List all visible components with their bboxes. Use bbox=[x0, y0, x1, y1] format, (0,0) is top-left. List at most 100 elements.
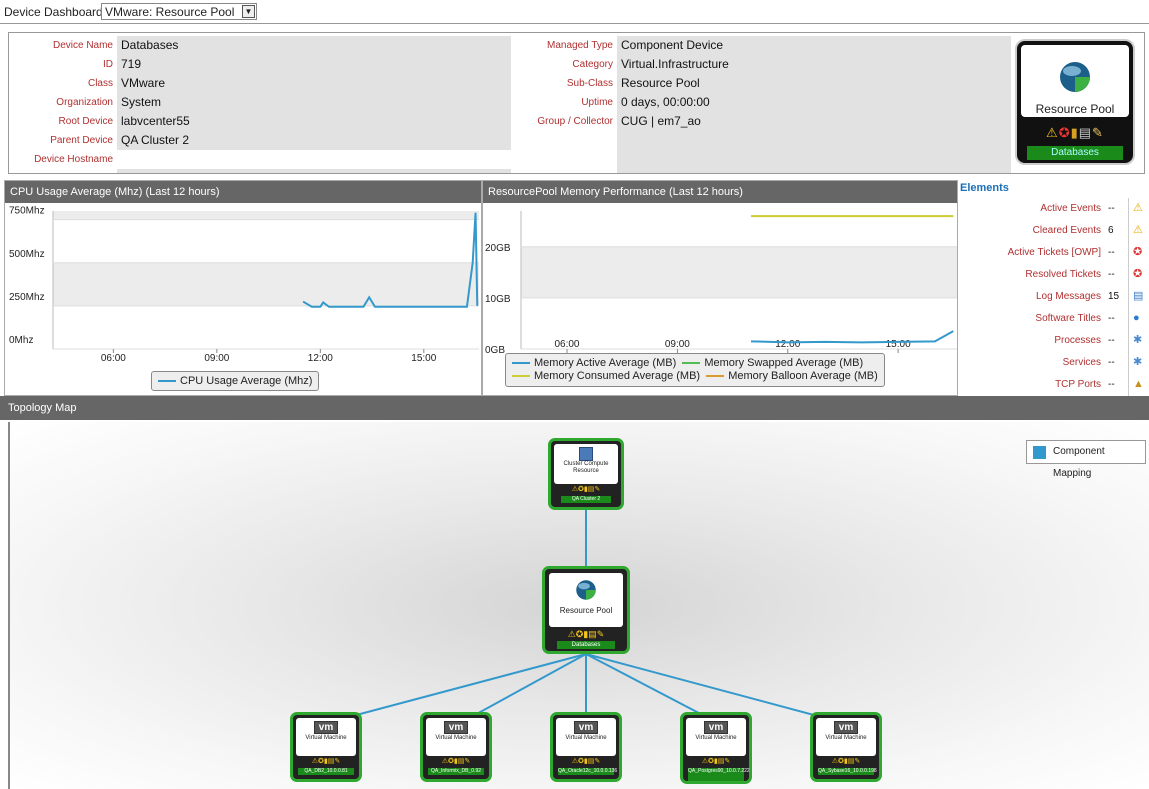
elements-row[interactable]: Processes -- ✱ bbox=[958, 330, 1149, 352]
property-value: CUG | em7_ao bbox=[617, 112, 1011, 131]
element-name[interactable]: Services bbox=[1063, 352, 1101, 374]
legend-row: Memory Active Average (MB) Memory Swappe… bbox=[512, 357, 878, 370]
property-key: Device Name bbox=[52, 40, 113, 51]
element-count: -- bbox=[1108, 247, 1115, 258]
legend-row: Memory Consumed Average (MB) Memory Ball… bbox=[512, 370, 878, 383]
element-name[interactable]: Resolved Tickets bbox=[1025, 264, 1101, 286]
property-row: ID 719 bbox=[9, 55, 511, 74]
x-tick-label: 09:00 bbox=[665, 339, 690, 350]
globe-icon[interactable]: ● bbox=[1133, 312, 1145, 324]
node-inner: vm Virtual Machine bbox=[426, 718, 486, 756]
element-name[interactable]: Active Events bbox=[1040, 198, 1101, 220]
property-key[interactable]: Parent Device bbox=[9, 131, 113, 150]
element-name[interactable]: Log Messages bbox=[1036, 286, 1101, 308]
memory-chart-panel: ResourcePool Memory Performance (Last 12… bbox=[482, 180, 958, 396]
parent-device-link[interactable]: QA Cluster 2 bbox=[117, 131, 511, 150]
warning-icon[interactable]: ⚠ bbox=[1046, 125, 1059, 140]
resource-pool-icon bbox=[576, 580, 596, 600]
elements-divider bbox=[1128, 198, 1129, 396]
device-badge[interactable]: Resource Pool ⚠✪▮▤✎ Databases bbox=[1015, 39, 1135, 165]
element-count: 6 bbox=[1108, 225, 1114, 236]
property-value: Component Device bbox=[617, 36, 1011, 55]
property-filler bbox=[617, 131, 1011, 173]
legend-swatch bbox=[158, 380, 176, 383]
lifebuoy-icon[interactable]: ✪ bbox=[1133, 246, 1145, 258]
property-row: Root Device labvcenter55 bbox=[9, 112, 511, 131]
legend-label: Memory Balloon Average (MB) bbox=[728, 370, 878, 382]
element-name[interactable]: Cleared Events bbox=[1033, 220, 1101, 242]
elements-row[interactable]: Cleared Events 6 ⚠ bbox=[958, 220, 1149, 242]
property-row: Category Virtual.Infrastructure bbox=[511, 55, 1011, 74]
topology-node-vm[interactable]: vm Virtual Machine ⚠✪▮▤✎ QA_Informix_DB_… bbox=[420, 712, 492, 782]
gear-icon[interactable]: ✱ bbox=[1133, 356, 1145, 368]
device-info-panel: Device Name Databases ID 719 Class VMwar… bbox=[8, 32, 1145, 174]
wrench-icon[interactable]: ✎ bbox=[1092, 125, 1104, 140]
warning-icon[interactable]: ⚠ bbox=[1133, 202, 1145, 214]
node-inner: vm Virtual Machine bbox=[816, 718, 876, 756]
element-count: 15 bbox=[1108, 291, 1120, 302]
elements-row[interactable]: Active Events -- ⚠ bbox=[958, 198, 1149, 220]
chevron-down-icon[interactable]: ▼ bbox=[242, 5, 255, 18]
element-name[interactable]: TCP Ports bbox=[1055, 374, 1101, 396]
dashboard-toolbar: Device Dashboard: VMware: Resource Pool … bbox=[0, 0, 1149, 24]
legend-swatch bbox=[706, 375, 725, 378]
elements-row[interactable]: Resolved Tickets -- ✪ bbox=[958, 264, 1149, 286]
topology-title: Topology Map bbox=[0, 396, 1149, 420]
node-type: Virtual Machine bbox=[565, 735, 607, 741]
elements-row[interactable]: Log Messages 15 ▤ bbox=[958, 286, 1149, 308]
topology-map[interactable]: Cluster Compute Resource ⚠✪▮▤✎ QA Cluste… bbox=[8, 422, 1149, 789]
x-tick-label: 12:00 bbox=[775, 339, 800, 350]
port-icon[interactable]: ▲ bbox=[1133, 378, 1145, 390]
elements-row[interactable]: Services -- ✱ bbox=[958, 352, 1149, 374]
warning-icon[interactable]: ⚠ bbox=[1133, 224, 1145, 236]
dashboard-select[interactable]: VMware: Resource Pool ▼ bbox=[101, 3, 257, 20]
node-name: QA_DB2_10.0.0.81 bbox=[298, 768, 354, 775]
node-name: QA_Informix_DB_0.92 bbox=[428, 768, 484, 775]
topology-node-vm[interactable]: vm Virtual Machine ⚠✪▮▤✎ QA_Oracle12c_10… bbox=[550, 712, 622, 782]
lifebuoy-icon[interactable]: ✪ bbox=[1059, 125, 1071, 140]
node-name: QA_Postgres90_10.0.7.222 bbox=[688, 768, 750, 781]
log-icon[interactable]: ▤ bbox=[1133, 290, 1145, 302]
elements-row[interactable]: TCP Ports -- ▲ bbox=[958, 374, 1149, 396]
legend-label: Memory Consumed Average (MB) bbox=[534, 370, 701, 382]
property-key: Class bbox=[87, 78, 113, 89]
node-type: Resource Pool bbox=[559, 606, 613, 615]
device-tool-icons: ⚠✪▮▤✎ bbox=[1017, 125, 1133, 141]
vm-icon: vm bbox=[313, 721, 339, 734]
legend-swatch bbox=[512, 362, 530, 365]
node-name: Databases bbox=[557, 641, 615, 649]
elements-row[interactable]: Software Titles -- ● bbox=[958, 308, 1149, 330]
device-badge-type: Resource Pool bbox=[1035, 102, 1115, 116]
dashboard-label: Device Dashboard: bbox=[4, 5, 107, 19]
property-row: Uptime 0 days, 00:00:00 bbox=[511, 93, 1011, 112]
property-key: Device Hostname bbox=[34, 154, 113, 165]
y-tick-label: 500Mhz bbox=[9, 249, 45, 260]
device-badge-name: Databases bbox=[1027, 146, 1123, 160]
node-type: Virtual Machine bbox=[825, 735, 867, 741]
node-type: Virtual Machine bbox=[305, 735, 347, 741]
property-row: Class VMware bbox=[9, 74, 511, 93]
bar-chart-icon[interactable]: ▮ bbox=[1071, 125, 1079, 140]
property-value: VMware bbox=[117, 74, 511, 93]
vm-icon: vm bbox=[573, 721, 599, 734]
topology-node-vm[interactable]: vm Virtual Machine ⚠✪▮▤✎ QA_Sybase16_10.… bbox=[810, 712, 882, 782]
elements-row[interactable]: Active Tickets [OWP] -- ✪ bbox=[958, 242, 1149, 264]
vm-icon: vm bbox=[443, 721, 469, 734]
element-name[interactable]: Processes bbox=[1054, 330, 1101, 352]
topology-node-vm[interactable]: vm Virtual Machine ⚠✪▮▤✎ QA_Postgres90_1… bbox=[680, 712, 752, 784]
topology-node-parent[interactable]: Cluster Compute Resource ⚠✪▮▤✎ QA Cluste… bbox=[548, 438, 624, 510]
cpu-chart-legend: CPU Usage Average (Mhz) bbox=[151, 371, 320, 391]
property-key: Category bbox=[572, 59, 613, 70]
element-name[interactable]: Software Titles bbox=[1035, 308, 1101, 330]
element-name[interactable]: Active Tickets [OWP] bbox=[1008, 242, 1101, 264]
lifebuoy-icon[interactable]: ✪ bbox=[1133, 268, 1145, 280]
printer-icon[interactable]: ▤ bbox=[1079, 125, 1092, 140]
gear-icon[interactable]: ✱ bbox=[1133, 334, 1145, 346]
y-tick-label: 0Mhz bbox=[9, 335, 33, 346]
topology-node-center[interactable]: Resource Pool ⚠✪▮▤✎ Databases bbox=[542, 566, 630, 654]
dashboard-select-value: VMware: Resource Pool bbox=[105, 5, 235, 19]
topology-node-vm[interactable]: vm Virtual Machine ⚠✪▮▤✎ QA_DB2_10.0.0.8… bbox=[290, 712, 362, 782]
x-tick-label: 15:00 bbox=[411, 353, 436, 364]
y-tick-label: 250Mhz bbox=[9, 292, 45, 303]
property-value: 0 days, 00:00:00 bbox=[617, 93, 1011, 112]
